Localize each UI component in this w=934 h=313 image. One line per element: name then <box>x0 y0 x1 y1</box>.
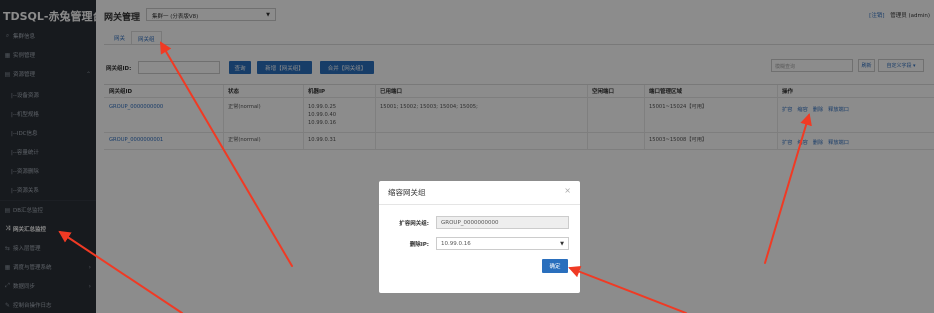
arrow-to-gateway-monitor-menu <box>58 230 183 313</box>
arrow-to-gateway-group-tab <box>159 41 293 267</box>
arrow-to-shrink-link <box>764 113 812 264</box>
annotation-arrows <box>58 41 812 313</box>
arrow-to-confirm-button <box>568 266 687 313</box>
